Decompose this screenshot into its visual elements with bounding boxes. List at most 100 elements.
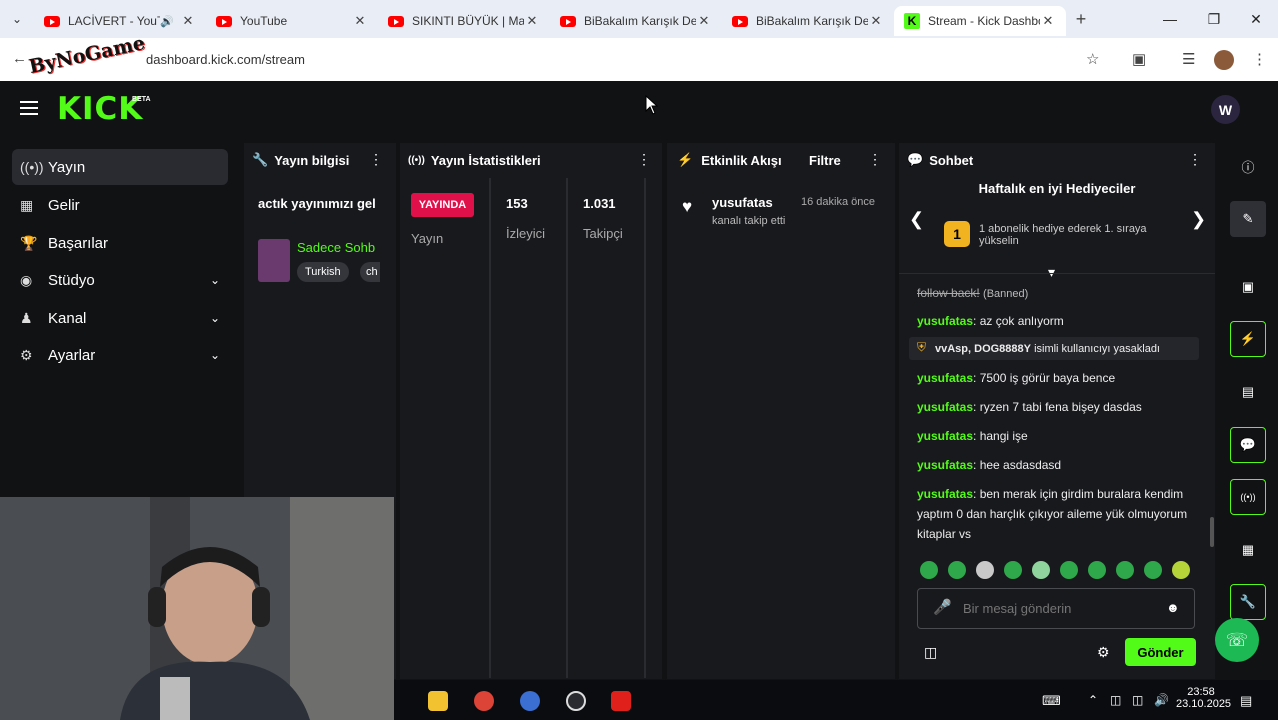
speaker-icon[interactable]: 🔊 [160, 15, 174, 28]
tray-chevron-icon[interactable]: ⌃ [1088, 693, 1098, 707]
sidebar-item-ayarlar[interactable]: ⚙ Ayarlar ⌄ [12, 337, 228, 373]
category-link[interactable]: Sadece Sohb [297, 240, 375, 255]
kick-logo[interactable]: KICK [57, 91, 143, 127]
event-user[interactable]: yusufatas [712, 195, 773, 210]
tag-chip[interactable]: Turkish [297, 262, 349, 282]
chat-input[interactable] [963, 598, 1153, 618]
network-icon[interactable]: ◫ [1110, 693, 1121, 707]
chevron-down-icon: ⌄ [209, 273, 220, 287]
star-icon[interactable]: ☆ [1086, 50, 1099, 68]
volume-icon[interactable]: 🔊 [1154, 693, 1169, 707]
close-tab-icon[interactable]: ✕ [352, 13, 368, 29]
clock[interactable]: 23:58 23.10.2025 [1176, 686, 1231, 710]
chrome-icon[interactable] [474, 691, 494, 711]
send-button[interactable]: Gönder [1125, 638, 1196, 666]
window-close-icon[interactable]: ✕ [1234, 0, 1278, 38]
emote-icon[interactable] [976, 561, 994, 579]
close-tab-icon[interactable]: ✕ [696, 13, 712, 29]
trophy-icon: 🏆 [20, 234, 38, 251]
users-icon: ♟ [20, 309, 33, 326]
sidebar-item-kanal[interactable]: ♟ Kanal ⌄ [12, 300, 228, 336]
category-thumbnail[interactable] [258, 239, 290, 282]
capture-icon[interactable]: ▣ [1230, 269, 1266, 305]
sidebar: ((•)) Yayın ▦ Gelir 🏆 Başarılar ◉ Stüdyo ⌄ ♟ K… [0, 141, 240, 501]
notification-icon[interactable]: ▤ [1240, 693, 1252, 709]
profile-avatar[interactable] [1214, 50, 1234, 70]
close-tab-icon[interactable]: ✕ [1040, 13, 1056, 29]
battery-icon[interactable]: ◫ [1132, 693, 1143, 707]
app-icon[interactable] [566, 691, 586, 711]
lightning-icon: ⚡ [677, 152, 694, 167]
media-control-icon[interactable]: ☰ [1182, 50, 1195, 68]
browser-tab[interactable]: BiBakalım Karışık Der ✕ [722, 6, 894, 36]
microphone-icon[interactable]: 🎤 [933, 598, 952, 616]
minimize-icon[interactable]: — [1148, 0, 1192, 38]
chat-settings-icon[interactable]: ⚙ [1097, 644, 1110, 661]
sidebar-item-basarilar[interactable]: 🏆 Başarılar [12, 225, 228, 261]
support-chat-icon[interactable]: ☏ [1215, 618, 1259, 662]
emote-icon[interactable] [1088, 561, 1106, 579]
chat-message: yusufatas: hee asdasdasd [917, 458, 1062, 472]
divider [489, 178, 491, 678]
extensions-icon[interactable]: ▣ [1132, 50, 1146, 68]
browser-tab[interactable]: YouTube ✕ [206, 6, 378, 36]
url-field[interactable]: dashboard.kick.com/stream [104, 46, 1114, 73]
emote-icon[interactable] [1004, 561, 1022, 579]
maximize-icon[interactable]: ❐ [1192, 0, 1236, 38]
emote-icon[interactable] [1144, 561, 1162, 579]
chat-scrollbar[interactable] [1210, 517, 1214, 547]
browser-tab-active[interactable]: K Stream - Kick Dashbo ✕ [894, 6, 1066, 36]
chevron-left-icon[interactable]: ❮ [909, 209, 924, 230]
hamburger-menu-icon[interactable] [20, 101, 38, 115]
keyboard-icon[interactable]: ⌨ [1042, 693, 1061, 709]
stream-info-header: 🔧 Yayın bilgisi [252, 152, 350, 168]
sidebar-item-studyo[interactable]: ◉ Stüdyo ⌄ [12, 262, 228, 298]
stream-info-menu-icon[interactable]: ⋮ [369, 151, 383, 168]
close-tab-icon[interactable]: ✕ [180, 13, 196, 29]
emote-icon[interactable] [1116, 561, 1134, 579]
youtube-icon [388, 15, 404, 27]
browser-tab[interactable]: BiBakalım Karışık Der ✕ [550, 6, 722, 36]
emote-icon[interactable] [1060, 561, 1078, 579]
emote-icon[interactable] [1032, 561, 1050, 579]
emoji-icon[interactable]: ☻ [1166, 600, 1180, 615]
broadcast-icon[interactable]: ((•)) [1230, 479, 1266, 515]
layout-icon[interactable]: ▦ [1230, 532, 1266, 568]
sidebar-item-yayin[interactable]: ((•)) Yayın [12, 149, 228, 185]
sidebar-item-gelir[interactable]: ▦ Gelir [12, 187, 228, 223]
kick-icon: K [904, 13, 920, 29]
user-avatar[interactable]: W [1211, 95, 1240, 124]
edit-icon[interactable]: ✎ [1230, 201, 1266, 237]
gifters-title: Haftalık en iyi Hediyeciler [978, 181, 1136, 196]
store-icon[interactable]: ◫ [924, 644, 937, 661]
browser-tab[interactable]: LACİVERT - YouTu 🔊 ✕ [34, 6, 206, 36]
emote-icon[interactable] [920, 561, 938, 579]
notes-icon[interactable]: ▤ [1230, 374, 1266, 410]
emote-icon[interactable] [948, 561, 966, 579]
browser-menu-icon[interactable]: ⋮ [1252, 50, 1267, 68]
info-icon[interactable]: ⓘ [1230, 148, 1266, 184]
gear-icon: ⚙ [20, 346, 33, 363]
event-text: kanalı takip etti [712, 215, 786, 227]
tag-chip[interactable]: ch [360, 262, 380, 282]
browser-tab[interactable]: SIKINTI BÜYÜK | Mad ✕ [378, 6, 550, 36]
new-tab-button[interactable]: + [1066, 9, 1096, 30]
divider [899, 273, 1215, 274]
app-icon[interactable] [611, 691, 631, 711]
file-explorer-icon[interactable] [428, 691, 448, 711]
follower-label: Takipçi [583, 226, 623, 241]
close-tab-icon[interactable]: ✕ [868, 13, 884, 29]
lightning-icon[interactable]: ⚡ [1230, 321, 1266, 357]
back-arrow-icon[interactable]: ← [12, 50, 27, 67]
stats-menu-icon[interactable]: ⋮ [637, 151, 651, 168]
chevron-right-icon[interactable]: ❯ [1191, 209, 1206, 230]
wrench-icon[interactable]: 🔧 [1230, 584, 1266, 620]
chat-menu-icon[interactable]: ⋮ [1188, 151, 1202, 168]
activity-menu-icon[interactable]: ⋮ [868, 151, 882, 168]
emote-icon[interactable] [1172, 561, 1190, 579]
chat-bubble-icon[interactable]: 💬 [1230, 427, 1266, 463]
close-tab-icon[interactable]: ✕ [524, 13, 540, 29]
app-icon[interactable] [520, 691, 540, 711]
filter-button[interactable]: Filtre [809, 153, 841, 168]
tab-search-chevron-icon[interactable]: ⌄ [0, 0, 34, 38]
